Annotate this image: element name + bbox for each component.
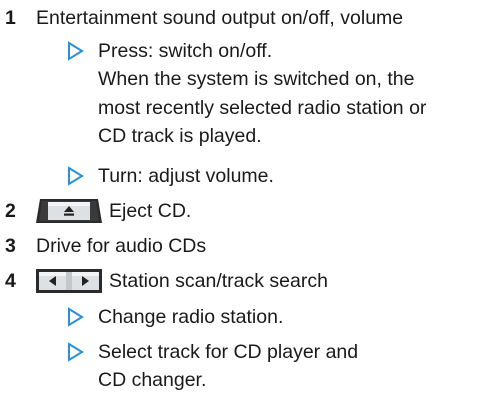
bullet-text: Turn: adjust volume. [98,165,274,187]
bullet-arrow-icon [67,41,85,61]
item-number: 1 [5,7,16,29]
bullet-text: CD changer. [98,369,207,391]
item-number: 2 [5,200,16,222]
bullet-arrow-icon [67,342,85,362]
bullet-text: most recently selected radio station or [98,97,427,119]
item-title: Eject CD. [109,200,192,222]
seek-button-icon [36,269,102,293]
item-title: Entertainment sound output on/off, volum… [36,7,404,29]
item-number: 4 [5,270,16,292]
bullet-arrow-icon [67,166,85,186]
manual-page: 1 Entertainment sound output on/off, vol… [0,0,486,408]
bullet-arrow-icon [67,307,85,327]
bullet-text: Change radio station. [98,306,284,328]
bullet-text: CD track is played. [98,125,262,147]
item-title: Drive for audio CDs [36,235,207,257]
bullet-text: When the system is switched on, the [98,68,415,90]
item-number: 3 [5,235,16,257]
item-title: Station scan/track search [109,270,328,292]
bullet-text: Select track for CD player and [98,341,359,363]
bullet-text: Press: switch on/off. [98,40,273,62]
eject-button-icon [36,199,102,223]
